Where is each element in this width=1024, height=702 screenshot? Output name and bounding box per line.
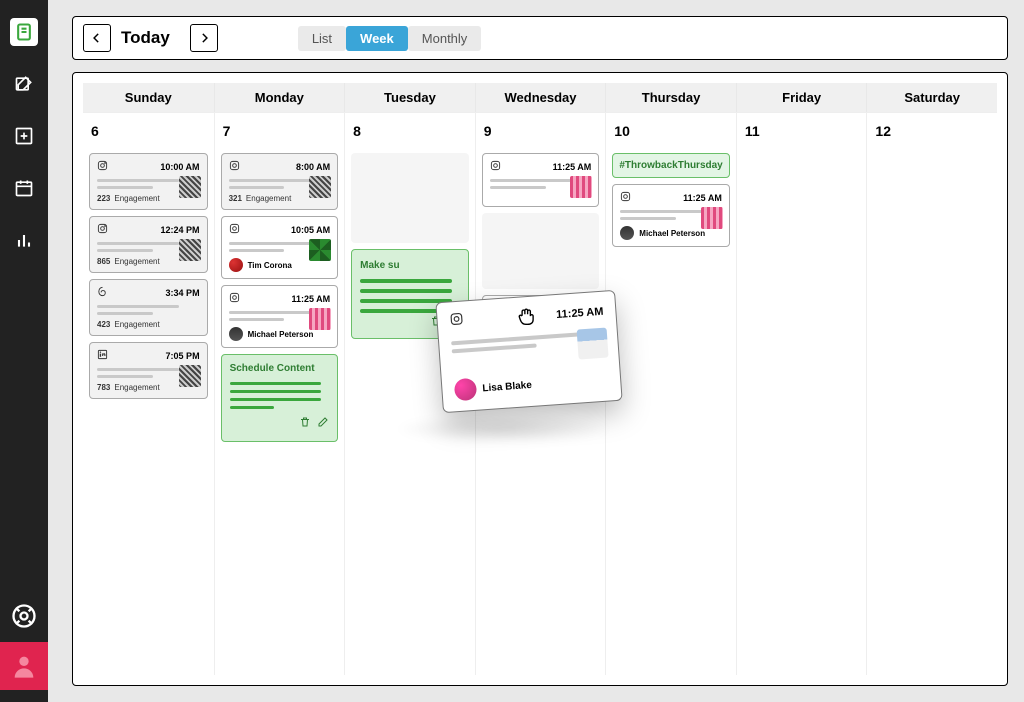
grab-cursor-icon	[516, 305, 538, 332]
main-area: Today List Week Monthly Sunday Monday Tu…	[48, 0, 1024, 702]
sidebar	[0, 0, 48, 702]
card-time: 12:24 PM	[161, 225, 200, 235]
view-segmented: List Week Monthly	[298, 26, 482, 51]
avatar-icon	[229, 258, 243, 272]
author-name: Michael Peterson	[639, 229, 705, 238]
nav-add[interactable]	[10, 122, 38, 150]
post-card[interactable]: 7:05 PM 783Engagement	[89, 342, 208, 399]
post-card[interactable]: 11:25 AM Michael Peterson	[612, 184, 730, 247]
date-cell: 6	[83, 113, 214, 149]
day-head: Wednesday	[475, 83, 606, 112]
instagram-icon	[229, 223, 240, 236]
card-time: 11:25 AM	[683, 193, 722, 203]
draft-card[interactable]: Schedule Content	[221, 354, 339, 442]
view-list-button[interactable]: List	[298, 26, 346, 51]
nav-profile[interactable]	[0, 642, 48, 690]
instagram-icon	[97, 223, 108, 236]
avatar-icon	[229, 327, 243, 341]
thumb-icon	[309, 308, 331, 330]
card-time: 7:05 PM	[166, 351, 200, 361]
post-card[interactable]: 12:24 PM 865Engagement	[89, 216, 208, 273]
prev-button[interactable]	[83, 24, 111, 52]
thumb-icon	[179, 365, 201, 387]
col-friday	[736, 149, 867, 675]
thumb-icon	[577, 328, 609, 360]
calendar-columns: 10:00 AM 223Engagement 12:24 PM 865Engag…	[83, 149, 997, 675]
card-time: 11:25 AM	[553, 162, 592, 172]
instagram-icon	[620, 191, 631, 204]
delete-icon[interactable]	[299, 415, 311, 433]
instagram-icon	[490, 160, 501, 173]
edit-icon[interactable]	[317, 415, 329, 433]
post-card[interactable]: 10:05 AM Tim Corona	[221, 216, 339, 279]
thumb-icon	[309, 176, 331, 198]
col-wednesday: 11:25 AM 11:25 AM Michael Peterson	[475, 149, 606, 675]
threads-icon	[97, 286, 108, 299]
date-cell: 12	[866, 113, 997, 149]
post-card[interactable]: 10:00 AM 223Engagement	[89, 153, 208, 210]
col-thursday: #ThrowbackThursday 11:25 AM Michael Pete…	[605, 149, 736, 675]
drag-shadow	[394, 414, 614, 444]
placeholder-slot[interactable]	[482, 213, 600, 289]
day-head: Sunday	[83, 83, 214, 112]
calendar: Sunday Monday Tuesday Wednesday Thursday…	[72, 72, 1008, 686]
col-saturday	[866, 149, 997, 675]
post-card[interactable]: 8:00 AM 321Engagement	[221, 153, 339, 210]
instagram-icon	[229, 292, 240, 305]
nav-help[interactable]	[10, 602, 38, 630]
nav-analytics[interactable]	[10, 226, 38, 254]
day-headers: Sunday Monday Tuesday Wednesday Thursday…	[83, 83, 997, 112]
nav-calendar[interactable]	[10, 174, 38, 202]
draft-title: Schedule Content	[230, 363, 330, 374]
col-monday: 8:00 AM 321Engagement 10:05 AM Tim Coron…	[214, 149, 345, 675]
nav-compose[interactable]	[10, 70, 38, 98]
view-month-button[interactable]: Monthly	[408, 26, 482, 51]
card-time: 10:00 AM	[160, 162, 199, 172]
author-name: Lisa Blake	[483, 380, 533, 394]
card-time: 3:34 PM	[166, 288, 200, 298]
post-card[interactable]: 11:25 AM Michael Peterson	[221, 285, 339, 348]
instagram-icon	[450, 312, 465, 332]
hashtag-card[interactable]: #ThrowbackThursday	[612, 153, 730, 178]
header-bar: Today List Week Monthly	[72, 16, 1008, 60]
thumb-icon	[701, 207, 723, 229]
date-cell: 11	[736, 113, 867, 149]
thumb-icon	[309, 239, 331, 261]
dragging-card[interactable]: 11:25 AM Lisa Blake	[436, 290, 623, 413]
author-name: Michael Peterson	[248, 330, 314, 339]
today-label: Today	[121, 28, 170, 48]
nav-home[interactable]	[10, 18, 38, 46]
thumb-icon	[570, 176, 592, 198]
next-button[interactable]	[190, 24, 218, 52]
post-card[interactable]: 11:25 AM	[482, 153, 600, 207]
day-head: Saturday	[866, 83, 997, 112]
draft-title: Make su	[360, 260, 460, 271]
author-name: Tim Corona	[248, 261, 292, 270]
day-head: Tuesday	[344, 83, 475, 112]
date-row: 6 7 8 9 10 11 12	[83, 112, 997, 149]
card-time: 8:00 AM	[296, 162, 330, 172]
date-cell: 9	[475, 113, 606, 149]
date-cell: 8	[344, 113, 475, 149]
instagram-icon	[97, 160, 108, 173]
day-head: Monday	[214, 83, 345, 112]
thumb-icon	[179, 176, 201, 198]
day-head: Thursday	[605, 83, 736, 112]
post-card[interactable]: 3:34 PM 423Engagement	[89, 279, 208, 336]
avatar-icon	[620, 226, 634, 240]
card-time: 11:25 AM	[556, 305, 604, 320]
instagram-icon	[229, 160, 240, 173]
avatar-icon	[454, 378, 477, 401]
linkedin-icon	[97, 349, 108, 362]
card-time: 11:25 AM	[291, 294, 330, 304]
view-week-button[interactable]: Week	[346, 26, 408, 51]
date-cell: 7	[214, 113, 345, 149]
day-head: Friday	[736, 83, 867, 112]
card-time: 10:05 AM	[291, 225, 330, 235]
thumb-icon	[179, 239, 201, 261]
placeholder-slot[interactable]	[351, 153, 469, 243]
date-cell: 10	[605, 113, 736, 149]
col-sunday: 10:00 AM 223Engagement 12:24 PM 865Engag…	[83, 149, 214, 675]
